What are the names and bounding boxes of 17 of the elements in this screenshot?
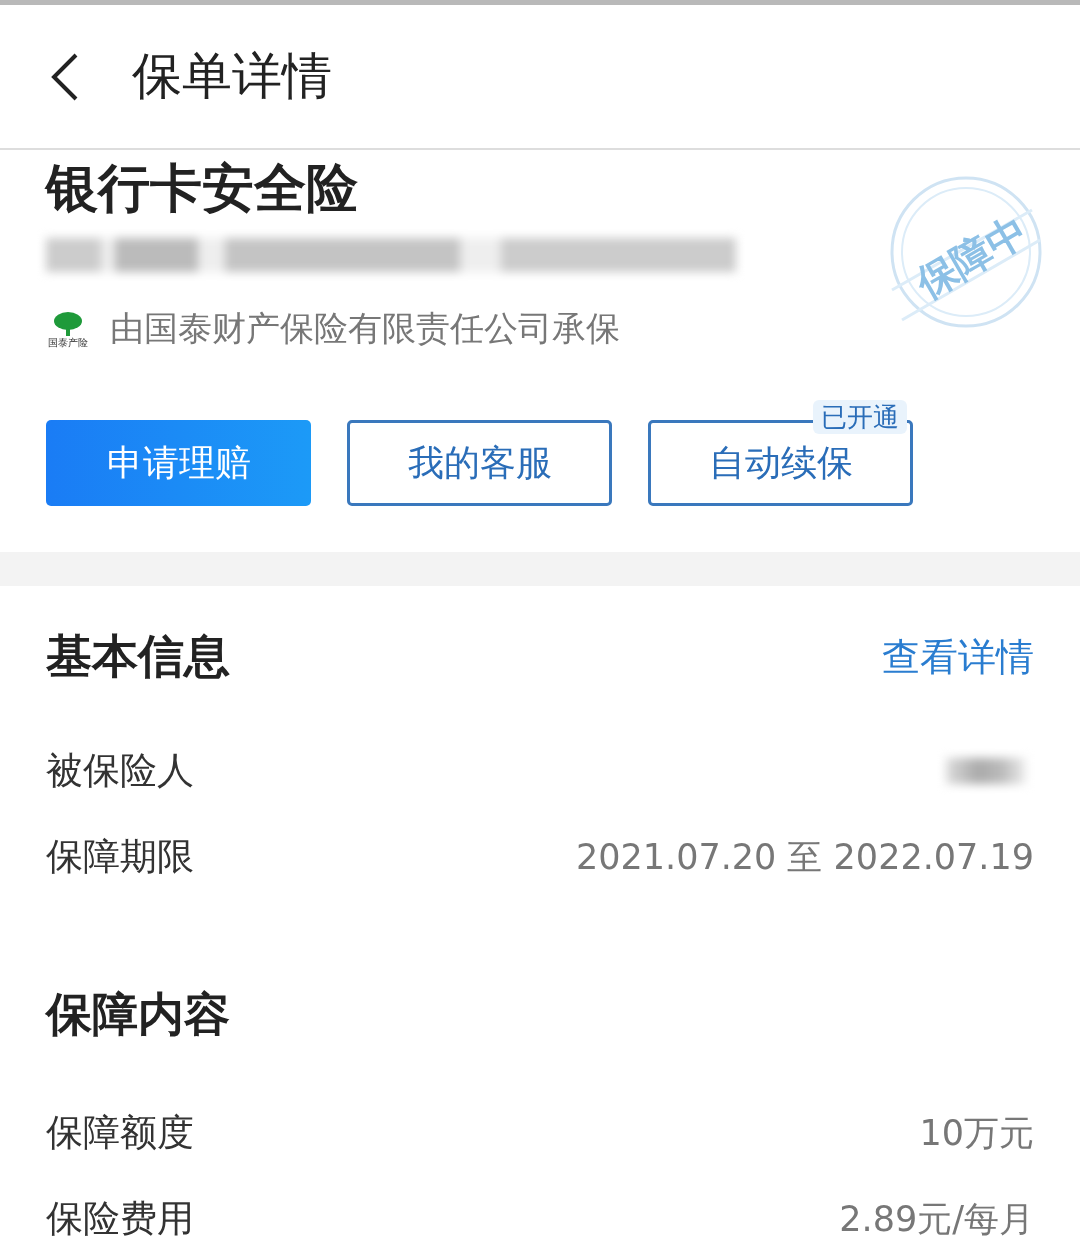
section-title: 基本信息 — [46, 628, 230, 685]
action-button[interactable]: 申请理赔 — [46, 420, 311, 506]
field-value: 2.89元/每月 — [839, 1197, 1034, 1241]
page-title: 保单详情 — [132, 46, 332, 107]
details-link[interactable]: 查看详情 — [882, 631, 1034, 683]
policy-name: 银行卡安全险 — [46, 157, 359, 220]
insurer-text: 由国泰财产保险有限责任公司承保 — [110, 307, 620, 350]
field-value: 2021.07.20 至 2022.07.19 — [575, 835, 1034, 879]
action-button[interactable]: 我的客服 — [347, 420, 612, 506]
insurer-logo: 国泰产险 — [46, 310, 90, 348]
section-title: 保障内容 — [46, 986, 230, 1043]
field-label: 保险费用 — [46, 1196, 194, 1242]
field-label: 被保险人 — [46, 748, 194, 794]
field-label: 保障额度 — [46, 1110, 194, 1156]
field-label: 保障期限 — [46, 834, 194, 880]
status-badge: 已开通 — [813, 400, 907, 434]
field-value: 10万元 — [919, 1111, 1034, 1155]
